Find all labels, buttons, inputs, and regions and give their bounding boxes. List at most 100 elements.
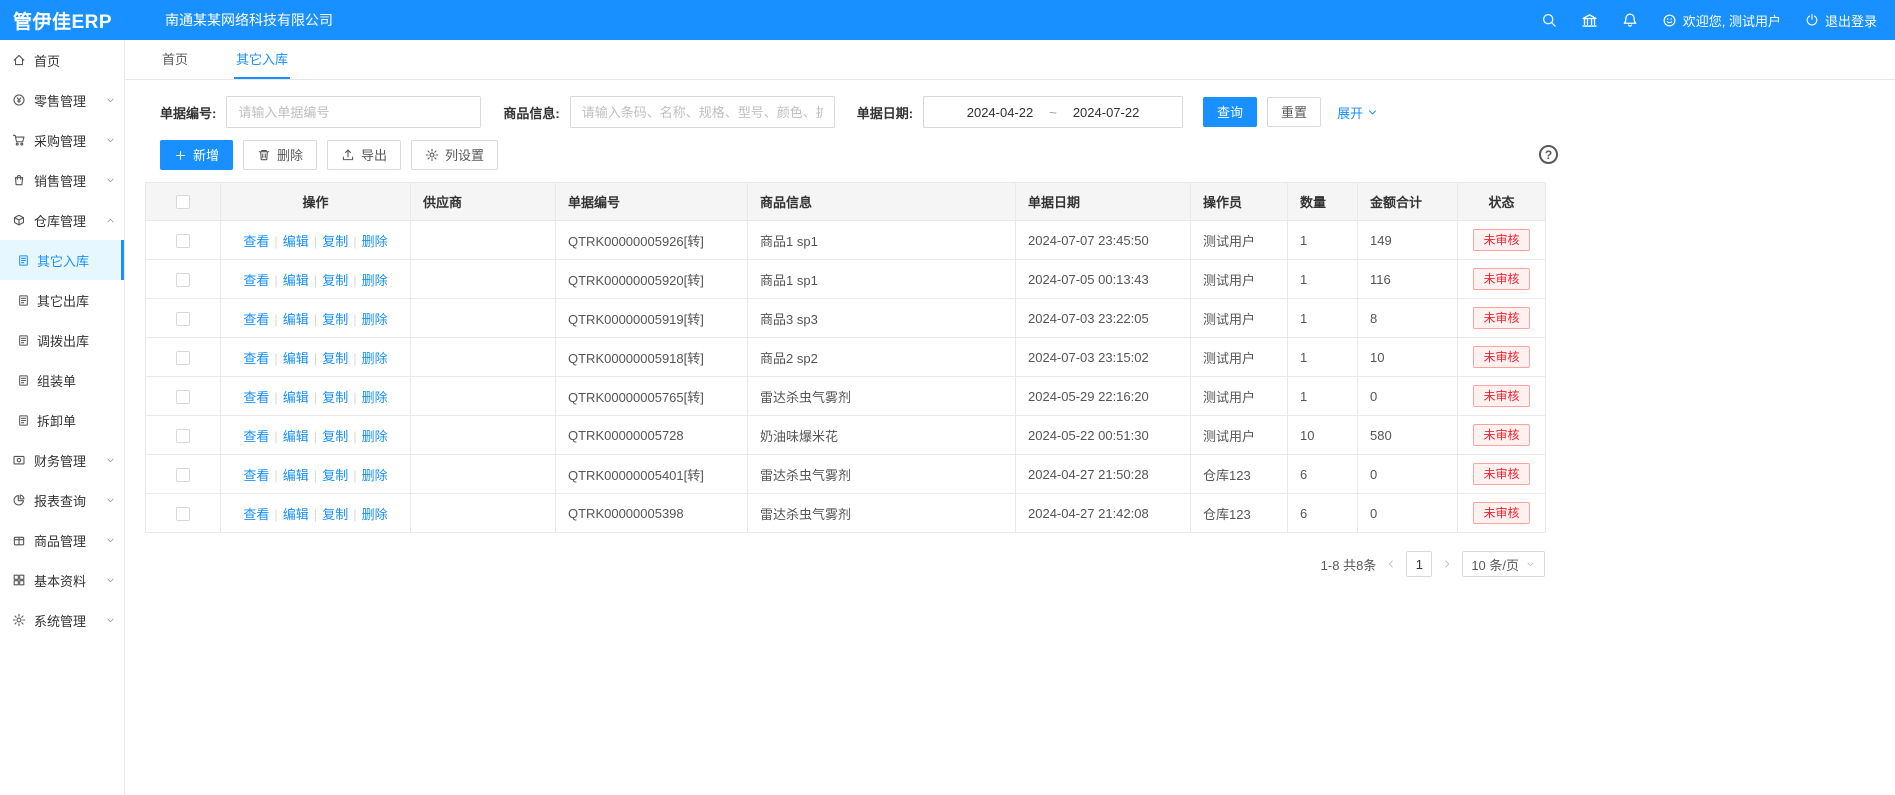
row-checkbox[interactable] [176,507,190,521]
action-view[interactable]: 查看 [243,351,269,366]
sidebar-item-product[interactable]: 商品管理 [0,520,124,560]
header-checkbox[interactable] [176,195,190,209]
action-view[interactable]: 查看 [243,507,269,522]
delete-button[interactable]: 删除 [243,140,317,170]
gear-icon [425,148,439,162]
tab-other-inbound[interactable]: 其它入库 [234,40,290,79]
sidebar-item-retail[interactable]: 零售管理 [0,80,124,120]
action-delete[interactable]: 删除 [362,468,388,483]
action-separator: | [353,507,356,522]
user-welcome[interactable]: 欢迎您, 测试用户 [1662,11,1781,30]
action-edit[interactable]: 编辑 [283,234,309,249]
date-to-value[interactable]: 2024-07-22 [1073,105,1140,120]
prev-page-button[interactable] [1385,558,1397,570]
action-edit[interactable]: 编辑 [283,507,309,522]
action-delete[interactable]: 删除 [362,234,388,249]
cell-bill-no: QTRK00000005918[转] [556,338,748,377]
tab-bar: 首页 其它入库 [125,40,1895,80]
export-button[interactable]: 导出 [327,140,401,170]
cell-amount: 0 [1358,455,1458,494]
sidebar-item-basic[interactable]: 基本资料 [0,560,124,600]
plus-icon [174,149,187,162]
action-copy[interactable]: 复制 [322,234,348,249]
search-icon[interactable] [1541,12,1557,28]
action-view[interactable]: 查看 [243,468,269,483]
action-view[interactable]: 查看 [243,273,269,288]
sidebar-subitem-other-outbound[interactable]: 其它出库 [0,280,124,320]
cell-product: 奶油味爆米花 [748,416,1016,455]
row-checkbox[interactable] [176,234,190,248]
sidebar-subitem-label: 其它入库 [37,251,89,270]
search-button[interactable]: 查询 [1203,97,1257,127]
action-delete[interactable]: 删除 [362,312,388,327]
current-page[interactable]: 1 [1406,551,1432,577]
cell-date: 2024-07-03 23:15:02 [1016,338,1191,377]
help-icon[interactable]: ? [1539,145,1558,164]
table-row: 查看|编辑|复制|删除QTRK00000005919[转]商品3 sp32024… [146,299,1546,338]
action-edit[interactable]: 编辑 [283,390,309,405]
sidebar-subitem-assembly-order[interactable]: 组装单 [0,360,124,400]
action-copy[interactable]: 复制 [322,468,348,483]
action-delete[interactable]: 删除 [362,429,388,444]
sidebar-item-sales[interactable]: 销售管理 [0,160,124,200]
bank-icon[interactable] [1581,12,1598,29]
cell-date: 2024-07-03 23:22:05 [1016,299,1191,338]
status-badge: 未审核 [1473,502,1529,524]
tab-home[interactable]: 首页 [160,40,190,79]
action-delete[interactable]: 删除 [362,273,388,288]
action-view[interactable]: 查看 [243,390,269,405]
action-view[interactable]: 查看 [243,312,269,327]
row-checkbox[interactable] [176,312,190,326]
action-copy[interactable]: 复制 [322,351,348,366]
logout-button[interactable]: 退出登录 [1805,11,1877,30]
action-edit[interactable]: 编辑 [283,351,309,366]
document-icon [17,254,30,267]
action-edit[interactable]: 编辑 [283,273,309,288]
action-delete[interactable]: 删除 [362,390,388,405]
action-copy[interactable]: 复制 [322,390,348,405]
sidebar-item-report[interactable]: 报表查询 [0,480,124,520]
action-delete[interactable]: 删除 [362,351,388,366]
action-copy[interactable]: 复制 [322,507,348,522]
date-from-value[interactable]: 2024-04-22 [967,105,1034,120]
table-row: 查看|编辑|复制|删除QTRK00000005765[转]雷达杀虫气雾剂2024… [146,377,1546,416]
page-size-select[interactable]: 10 条/页 [1462,551,1545,577]
bill-no-input[interactable] [226,96,481,128]
action-copy[interactable]: 复制 [322,273,348,288]
column-settings-button[interactable]: 列设置 [411,140,498,170]
sidebar-item-finance[interactable]: 财务管理 [0,440,124,480]
basic-icon [12,573,26,587]
sidebar-item-warehouse[interactable]: 仓库管理 [0,200,124,240]
product-info-input[interactable] [570,96,835,128]
sidebar-item-purchase[interactable]: 采购管理 [0,120,124,160]
sidebar-subitem-transfer-outbound[interactable]: 调拨出库 [0,320,124,360]
next-page-button[interactable] [1441,558,1453,570]
row-checkbox[interactable] [176,390,190,404]
sidebar-subitem-other-inbound[interactable]: 其它入库 [0,240,124,280]
add-button[interactable]: 新增 [160,140,233,170]
action-edit[interactable]: 编辑 [283,429,309,444]
date-range-input[interactable]: 2024-04-22 ~ 2024-07-22 [923,96,1183,128]
chevron-down-icon [105,135,116,146]
action-copy[interactable]: 复制 [322,429,348,444]
app-logo: 管伊佳ERP [0,7,125,34]
sidebar-item-label: 商品管理 [34,531,105,550]
action-delete[interactable]: 删除 [362,507,388,522]
notification-icon[interactable] [1622,12,1638,28]
action-copy[interactable]: 复制 [322,312,348,327]
expand-link[interactable]: 展开 [1337,103,1379,122]
sidebar-item-system[interactable]: 系统管理 [0,600,124,640]
action-view[interactable]: 查看 [243,429,269,444]
action-separator: | [274,468,277,483]
action-edit[interactable]: 编辑 [283,468,309,483]
row-checkbox[interactable] [176,351,190,365]
reset-button[interactable]: 重置 [1267,97,1321,127]
row-checkbox[interactable] [176,468,190,482]
sidebar-item-home[interactable]: 首页 [0,40,124,80]
action-edit[interactable]: 编辑 [283,312,309,327]
sidebar-subitem-disassembly-order[interactable]: 拆卸单 [0,400,124,440]
action-view[interactable]: 查看 [243,234,269,249]
cell-supplier [411,494,556,533]
row-checkbox[interactable] [176,429,190,443]
row-checkbox[interactable] [176,273,190,287]
